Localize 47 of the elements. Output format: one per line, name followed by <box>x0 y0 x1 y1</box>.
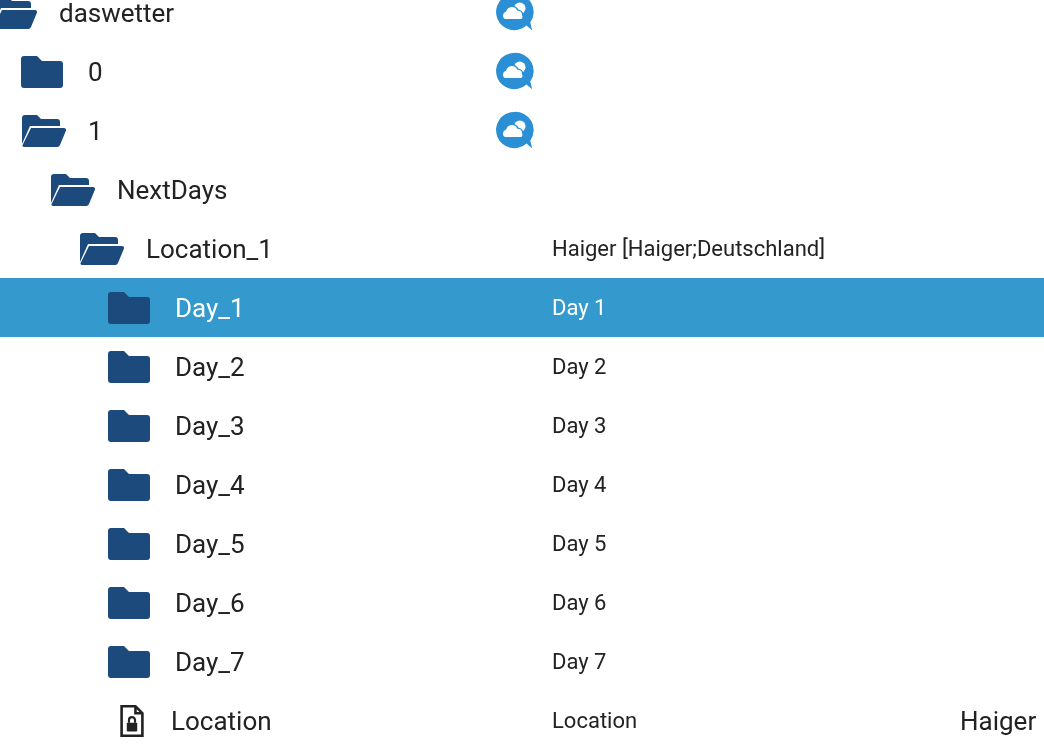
tree-row[interactable]: Location_1 Haiger [Haiger;Deutschland] <box>0 219 1044 278</box>
folder-icon[interactable] <box>20 54 66 89</box>
node-name: Day_3 <box>175 410 245 441</box>
folder-icon[interactable] <box>107 585 153 620</box>
node-title: Location <box>552 708 638 733</box>
open-folder-icon[interactable] <box>78 231 124 266</box>
node-value: Haiger <box>960 705 1037 736</box>
tree-row[interactable]: Location Location Haiger <box>0 691 1044 748</box>
folder-icon[interactable] <box>107 644 153 679</box>
node-name: Day_4 <box>175 469 245 500</box>
node-title: Day 2 <box>552 354 607 379</box>
folder-icon[interactable] <box>107 467 153 502</box>
node-name: 1 <box>88 115 103 146</box>
node-title: Day 6 <box>552 590 607 615</box>
node-name: daswetter <box>59 0 175 28</box>
tree-row[interactable]: Day_2 Day 2 <box>0 337 1044 396</box>
node-title: Day 7 <box>552 649 607 674</box>
folder-icon[interactable] <box>107 349 153 384</box>
tree-row[interactable]: Day_4 Day 4 <box>0 455 1044 514</box>
node-name: NextDays <box>117 174 228 205</box>
node-name: Day_6 <box>175 587 245 618</box>
node-name: Day_5 <box>175 528 245 559</box>
node-title: Day 1 <box>552 295 607 320</box>
locked-file-icon <box>119 702 145 739</box>
tree-row[interactable]: Day_5 Day 5 <box>0 514 1044 573</box>
tree-row[interactable]: NextDays <box>0 160 1044 219</box>
tree-row[interactable]: daswetter <box>0 0 1044 42</box>
tree-row[interactable]: 0 <box>0 42 1044 101</box>
tree-row[interactable]: Day_3 Day 3 <box>0 396 1044 455</box>
node-name: Location_1 <box>146 233 273 264</box>
open-folder-icon[interactable] <box>49 172 95 207</box>
node-title: Day 3 <box>552 413 607 438</box>
node-name: Day_7 <box>175 646 245 677</box>
open-folder-icon[interactable] <box>0 0 37 30</box>
tree-row[interactable]: Day_7 Day 7 <box>0 632 1044 691</box>
tree-row[interactable]: 1 <box>0 101 1044 160</box>
node-title: Day 5 <box>552 531 607 556</box>
folder-icon[interactable] <box>107 408 153 443</box>
folder-icon[interactable] <box>107 526 153 561</box>
node-title: Day 4 <box>552 472 607 497</box>
node-name: Location <box>171 705 272 736</box>
node-name: Day_1 <box>175 292 245 323</box>
node-name: 0 <box>88 56 103 87</box>
open-folder-icon[interactable] <box>20 113 66 148</box>
node-name: Day_2 <box>175 351 245 382</box>
tree-row[interactable]: Day_6 Day 6 <box>0 573 1044 632</box>
node-title: Haiger [Haiger;Deutschland] <box>552 236 826 261</box>
